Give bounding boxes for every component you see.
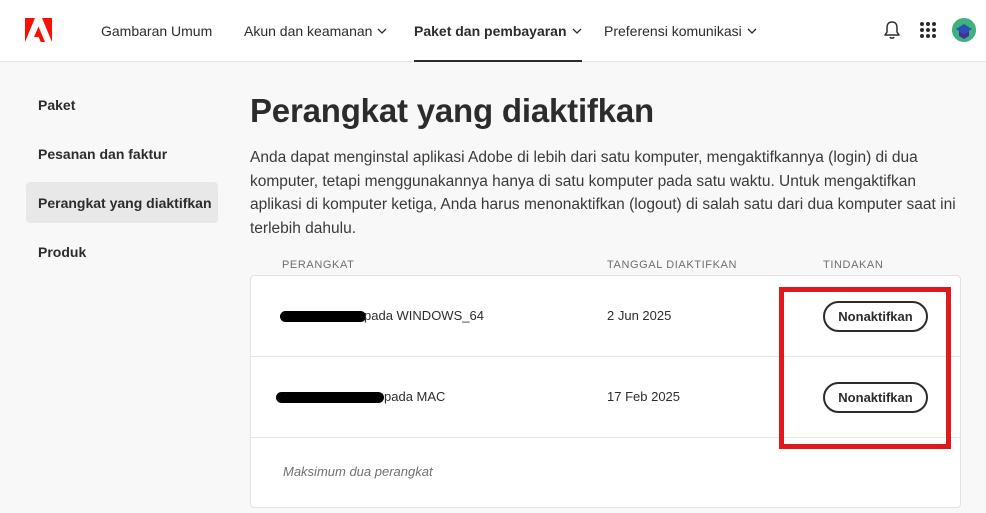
sidebar-item-label: Perangkat yang diaktifkan: [38, 194, 212, 211]
page-title: Perangkat yang diaktifkan: [250, 92, 654, 129]
chevron-down-icon: [377, 28, 387, 34]
sidebar-item-pesanan-dan-faktur[interactable]: Pesanan dan faktur: [26, 133, 218, 174]
nav-label: Gambaran Umum: [101, 23, 213, 39]
nav-preferensi-komunikasi[interactable]: Preferensi komunikasi: [604, 0, 757, 62]
nav-gambaran-umum[interactable]: Gambaran Umum: [101, 0, 212, 62]
chevron-down-icon: [747, 28, 757, 34]
device-os: pada WINDOWS_64: [364, 308, 484, 323]
column-header-device: PERANGKAT: [282, 259, 355, 271]
redacted-device-name: [276, 392, 384, 403]
activation-date: 2 Jun 2025: [607, 308, 672, 323]
deactivate-button[interactable]: Nonaktifkan: [823, 382, 928, 413]
nav-label: Akun dan keamanan: [244, 23, 373, 39]
column-header-action: TINDAKAN: [823, 259, 884, 271]
devices-table: pada WINDOWS_64 2 Jun 2025 Nonaktifkan p…: [250, 275, 961, 508]
nav-akun-dan-keamanan[interactable]: Akun dan keamanan: [244, 0, 387, 62]
sidebar-item-produk[interactable]: Produk: [26, 231, 218, 272]
redacted-device-name: [280, 311, 366, 322]
activation-date: 17 Feb 2025: [607, 389, 681, 404]
device-os: pada MAC: [384, 389, 446, 404]
sidebar-item-label: Paket: [38, 96, 76, 113]
sidebar-item-label: Produk: [38, 243, 87, 260]
deactivate-button[interactable]: Nonaktifkan: [823, 301, 928, 332]
max-devices-note: Maksimum dua perangkat: [283, 464, 433, 479]
table-row: pada WINDOWS_64 2 Jun 2025 Nonaktifkan: [251, 276, 960, 357]
table-row: pada MAC 17 Feb 2025 Nonaktifkan: [251, 357, 960, 438]
nav-label: Preferensi komunikasi: [604, 23, 742, 39]
nav-label: Paket dan pembayaran: [414, 23, 567, 39]
bell-icon[interactable]: [882, 19, 902, 41]
adobe-logo-icon[interactable]: [25, 18, 52, 42]
app-grid-icon[interactable]: [918, 19, 938, 41]
page-description: Anda dapat menginstal aplikasi Adobe di …: [250, 149, 956, 237]
nav-paket-dan-pembayaran[interactable]: Paket dan pembayaran: [414, 0, 582, 62]
chevron-down-icon: [572, 28, 582, 34]
sidebar: Paket Pesanan dan faktur Perangkat yang …: [26, 84, 218, 280]
sidebar-item-perangkat-yang-diaktifkan[interactable]: Perangkat yang diaktifkan: [26, 182, 218, 223]
sidebar-item-label: Pesanan dan faktur: [38, 145, 168, 162]
user-avatar[interactable]: [952, 18, 976, 42]
sidebar-item-paket[interactable]: Paket: [26, 84, 218, 125]
column-header-date: TANGGAL DIAKTIFKAN: [607, 259, 737, 271]
top-navigation: Gambaran Umum Akun dan keamanan Paket da…: [0, 0, 986, 62]
